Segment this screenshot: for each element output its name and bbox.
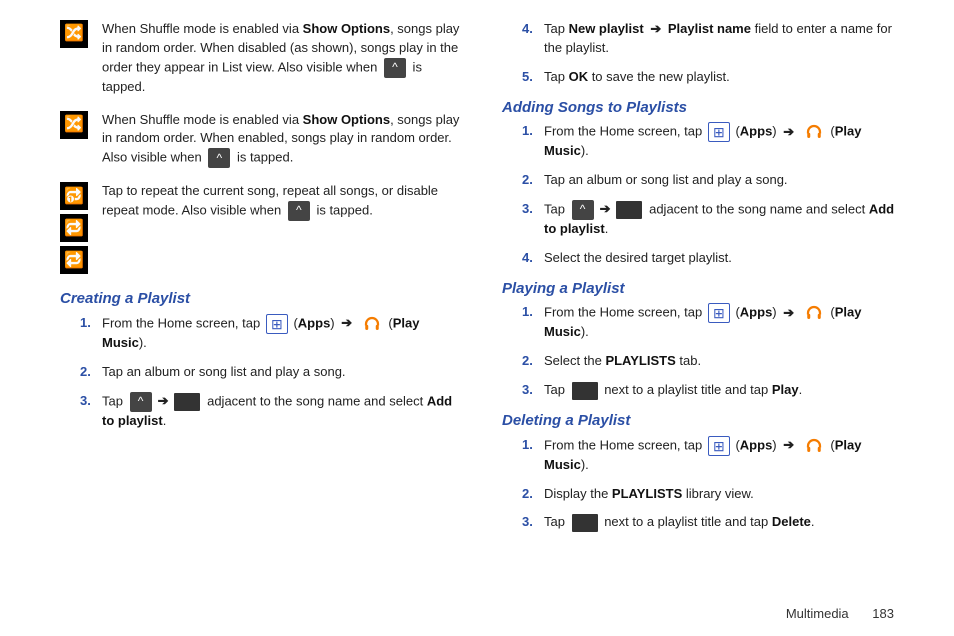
list-item: 2. Select the PLAYLISTS tab. (522, 352, 904, 371)
shuffle-off-text: When Shuffle mode is enabled via Show Op… (102, 20, 462, 97)
repeat-row: 🔂 🔁 🔁 Tap to repeat the current song, re… (60, 182, 462, 274)
menu-icon (572, 514, 598, 532)
shuffle-on-icon: 🔀 (60, 111, 88, 139)
deleting-steps: 1. From the Home screen, tap ⊞ (Apps) ➔ … (502, 436, 904, 533)
arrow-icon: ➔ (600, 201, 611, 216)
right-column: 4. Tap New playlist ➔ Playlist name fiel… (502, 20, 904, 542)
adding-steps: 1. From the Home screen, tap ⊞ (Apps) ➔ … (502, 122, 904, 267)
apps-icon: ⊞ (266, 314, 288, 334)
list-item: 4.Select the desired target playlist. (522, 249, 904, 268)
arrow-icon: ➔ (783, 437, 794, 452)
chevron-up-icon: ^ (572, 200, 594, 220)
shuffle-on-text: When Shuffle mode is enabled via Show Op… (102, 111, 462, 169)
page-columns: 🔀 When Shuffle mode is enabled via Show … (60, 20, 904, 542)
chevron-up-icon: ^ (130, 392, 152, 412)
repeat-text: Tap to repeat the current song, repeat a… (102, 182, 462, 274)
apps-icon: ⊞ (708, 303, 730, 323)
chevron-up-icon: ^ (384, 58, 406, 78)
heading-playing-playlist: Playing a Playlist (502, 278, 904, 300)
repeat-one-icon: 🔂 (60, 182, 88, 210)
playing-steps: 1. From the Home screen, tap ⊞ (Apps) ➔ … (502, 303, 904, 400)
chevron-up-icon: ^ (208, 148, 230, 168)
arrow-icon: ➔ (650, 21, 661, 36)
list-item: 3. Tap next to a playlist title and tap … (522, 381, 904, 400)
arrow-icon: ➔ (783, 124, 794, 139)
heading-adding-songs: Adding Songs to Playlists (502, 97, 904, 119)
list-item: 2. Tap an album or song list and play a … (80, 363, 462, 382)
list-item: 2. Display the PLAYLISTS library view. (522, 485, 904, 504)
chevron-up-icon: ^ (288, 201, 310, 221)
apps-icon: ⊞ (708, 436, 730, 456)
shuffle-off-icon: 🔀 (60, 20, 88, 48)
arrow-icon: ➔ (783, 305, 794, 320)
list-item: 1. From the Home screen, tap ⊞ (Apps) ➔ … (522, 436, 904, 475)
menu-icon (174, 393, 200, 411)
creating-steps: 1. From the Home screen, tap ⊞ (Apps) ➔ … (60, 314, 462, 431)
arrow-icon: ➔ (341, 315, 352, 330)
list-item: 3. Tap ^➔ adjacent to the song name and … (522, 200, 904, 239)
creating-steps-cont: 4. Tap New playlist ➔ Playlist name fiel… (502, 20, 904, 87)
list-item: 2.Tap an album or song list and play a s… (522, 171, 904, 190)
page-number: 183 (872, 606, 894, 621)
menu-icon (572, 382, 598, 400)
headphones-icon (361, 314, 383, 334)
list-item: 1. From the Home screen, tap ⊞ (Apps) ➔ … (522, 122, 904, 161)
list-item: 1. From the Home screen, tap ⊞ (Apps) ➔ … (522, 303, 904, 342)
headphones-icon (803, 436, 825, 456)
headphones-icon (803, 303, 825, 323)
list-item: 3. Tap ^➔ adjacent to the song name and … (80, 392, 462, 431)
list-item: 5. Tap OK to save the new playlist. (522, 68, 904, 87)
footer-section: Multimedia (786, 606, 849, 621)
shuffle-on-row: 🔀 When Shuffle mode is enabled via Show … (60, 111, 462, 169)
headphones-icon (803, 122, 825, 142)
list-item: 3. Tap next to a playlist title and tap … (522, 513, 904, 532)
shuffle-off-row: 🔀 When Shuffle mode is enabled via Show … (60, 20, 462, 97)
heading-creating-playlist: Creating a Playlist (60, 288, 462, 310)
apps-icon: ⊞ (708, 122, 730, 142)
arrow-icon: ➔ (158, 393, 169, 408)
page-footer: Multimedia 183 (786, 605, 894, 624)
repeat-all-icon: 🔁 (60, 214, 88, 242)
list-item: 4. Tap New playlist ➔ Playlist name fiel… (522, 20, 904, 58)
heading-deleting-playlist: Deleting a Playlist (502, 410, 904, 432)
left-column: 🔀 When Shuffle mode is enabled via Show … (60, 20, 462, 542)
list-item: 1. From the Home screen, tap ⊞ (Apps) ➔ … (80, 314, 462, 353)
menu-icon (616, 201, 642, 219)
repeat-off-icon: 🔁 (60, 246, 88, 274)
